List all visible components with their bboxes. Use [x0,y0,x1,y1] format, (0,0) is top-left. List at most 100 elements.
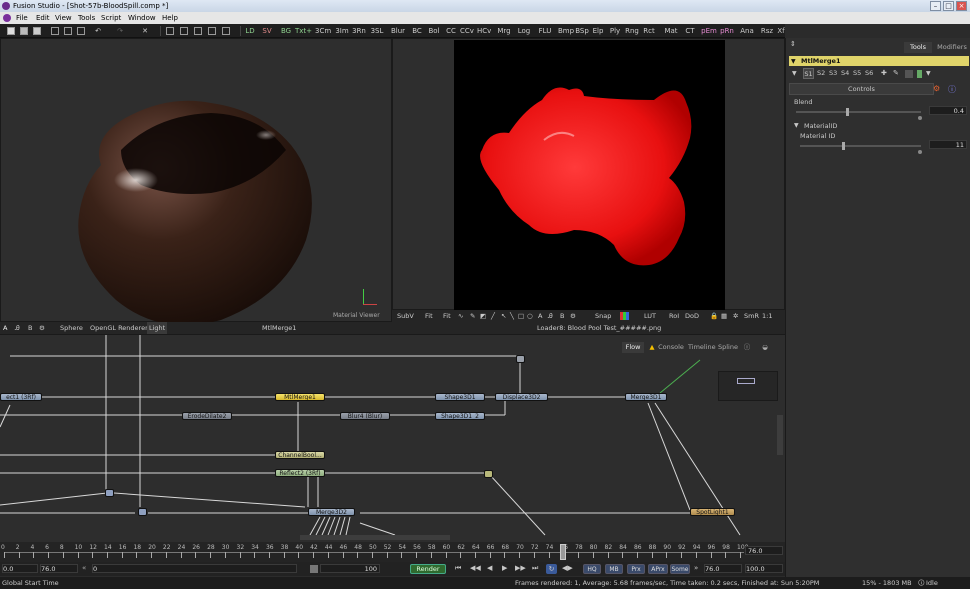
layout-quad-icon[interactable] [208,27,216,35]
go-end-icon[interactable]: ⏭ [532,564,538,573]
group-expand-icon[interactable]: ▼ [794,122,799,129]
material-id-value-field[interactable]: 11 [929,140,967,149]
step-back-icon[interactable]: « [82,564,86,572]
tool-background-button[interactable]: BG [280,25,292,37]
redo-icon[interactable]: ↷ [115,25,125,37]
tool-ccv-button[interactable]: CCv [460,25,474,37]
flow-panel[interactable]: Flow ▲ Console Timeline Spline ⓘ ◒ ect1 … [0,334,785,542]
tool-log-button[interactable]: Log [517,25,531,37]
blend-slider-track[interactable] [796,111,921,113]
channel-b-toggle[interactable]: Ꭿ [548,310,553,322]
blend-slider-handle[interactable] [846,108,849,116]
tool-text-button[interactable]: Txt+ [295,25,312,37]
open-icon[interactable] [20,27,28,35]
time-end-field[interactable]: 76.0 [745,546,783,555]
paste-icon[interactable] [77,27,85,35]
blend-value-field[interactable]: 0.4 [929,106,967,115]
light-toggle[interactable]: Light [147,322,168,334]
tool-blur-button[interactable]: Blur [390,25,406,37]
channel-b-icon[interactable]: Ꭿ [15,322,20,334]
layout-triple-icon[interactable] [194,27,202,35]
tool-matte-button[interactable]: Mat [664,25,678,37]
stroke-tool-icon[interactable]: ╲ [510,310,514,322]
node-merge3d2[interactable]: Merge3D2 [308,508,355,516]
play-icon[interactable]: ▶ [502,564,507,572]
roi-button[interactable]: RoI [669,310,679,322]
step-forward-icon[interactable]: » [694,564,698,572]
auto-proxy-toggle[interactable]: APrx [648,564,668,574]
tool-render3d-button[interactable]: 3Rn [351,25,367,37]
arrow-tool-icon[interactable]: ↖ [501,310,506,322]
tool-pemitter-button[interactable]: pEm [701,25,717,37]
panel-toggle-icon[interactable]: ⇕ [790,40,796,48]
close-button[interactable]: × [956,1,967,11]
menu-edit[interactable]: Edit [36,12,50,24]
tool-bitmap-button[interactable]: Bmp [558,25,574,37]
some-toggle[interactable]: Some [670,564,690,574]
navigator-viewport[interactable] [737,378,755,384]
tool-ring-button[interactable]: Rng [625,25,639,37]
image-canvas[interactable] [454,40,725,311]
renderer-dropdown[interactable]: OpenGL Renderer [90,322,148,334]
render-start-field[interactable]: 76.0 [40,564,78,573]
expand-arrow-icon[interactable]: ▼ [792,70,797,77]
layout-single-icon[interactable] [166,27,174,35]
fit-button-1[interactable]: Fit [425,310,433,322]
fit-button-2[interactable]: Fit [443,310,451,322]
channel-b-button[interactable]: B [28,322,32,334]
dod-button[interactable]: DoD [685,310,699,322]
gradient-tool-icon[interactable]: ◩ [480,310,486,322]
maximize-button[interactable]: □ [943,1,954,11]
checker-icon[interactable]: ▦ [721,310,727,322]
tool-saver-button[interactable]: SV [261,25,273,37]
node-erodedilate2[interactable]: ErodeDilate2 [182,412,232,420]
lut-button[interactable]: LUT [644,310,656,322]
menu-file[interactable]: File [16,12,28,24]
settings-icon[interactable]: ⚙ [933,84,940,93]
pen-tool-icon[interactable]: ✎ [470,310,475,322]
rect-tool-icon[interactable]: □ [518,310,524,322]
menu-help[interactable]: Help [162,12,178,24]
node-pipe-router[interactable] [138,508,147,516]
tab-tools[interactable]: Tools [904,42,932,53]
info-button-icon[interactable]: ⓘ [948,84,956,95]
slot-s3[interactable]: S3 [829,68,837,79]
wave-tool-icon[interactable]: ∿ [458,310,463,322]
tool-spotlight-button[interactable]: 3SL [369,25,385,37]
channel-a-button[interactable]: A [3,322,7,334]
collapse-arrow-icon[interactable]: ▼ [791,58,796,65]
tool-bc-button[interactable]: BC [411,25,423,37]
scope-settings-icon[interactable]: ⚙ [570,310,576,322]
loop-icon[interactable]: ↻ [546,564,557,574]
menu-tools[interactable]: Tools [78,12,95,24]
tool-ct-button[interactable]: CT [683,25,697,37]
minimize-button[interactable]: – [930,1,941,11]
inspector-node-header[interactable]: MtlMerge1 [789,56,969,66]
snap-dropdown[interactable]: Snap [595,310,611,322]
node-displace3d2[interactable]: Displace3D2 [495,393,548,401]
node-channelbool[interactable]: ChannelBool... [275,451,325,459]
tool-loader-button[interactable]: LD [244,25,256,37]
node-blur4[interactable]: Blur4 (Blur) [340,412,390,420]
go-start-icon[interactable]: ⏮ [455,564,461,573]
flow-navigator[interactable] [718,371,778,401]
flow-horizontal-scrollbar[interactable] [300,535,450,540]
flow-vertical-scrollbar[interactable] [777,415,783,455]
zoom-slider-handle[interactable] [310,565,318,573]
node-pipe-router[interactable] [516,355,525,363]
slot-s6[interactable]: S6 [865,68,873,79]
playhead[interactable] [560,544,566,560]
hq-toggle[interactable]: HQ [583,564,601,574]
tool-ana-button[interactable]: Ana [739,25,755,37]
node-pipe-router[interactable] [484,470,493,478]
node-reflect2[interactable]: Reflect2 (3Rf) [275,469,325,477]
zoom-field[interactable]: 100 [320,564,380,573]
tool-image3d-button[interactable]: 3Im [334,25,350,37]
tool-prender-button[interactable]: pRn [719,25,735,37]
tool-flu-button[interactable]: FLU [538,25,552,37]
controls-tab[interactable]: Controls [789,83,934,95]
circle-tool-icon[interactable]: ○ [527,310,533,322]
cut-tool-icon[interactable]: ✕ [140,25,150,37]
subview-dropdown[interactable]: SubV [397,310,414,322]
smr-button[interactable]: SmR [744,310,759,322]
